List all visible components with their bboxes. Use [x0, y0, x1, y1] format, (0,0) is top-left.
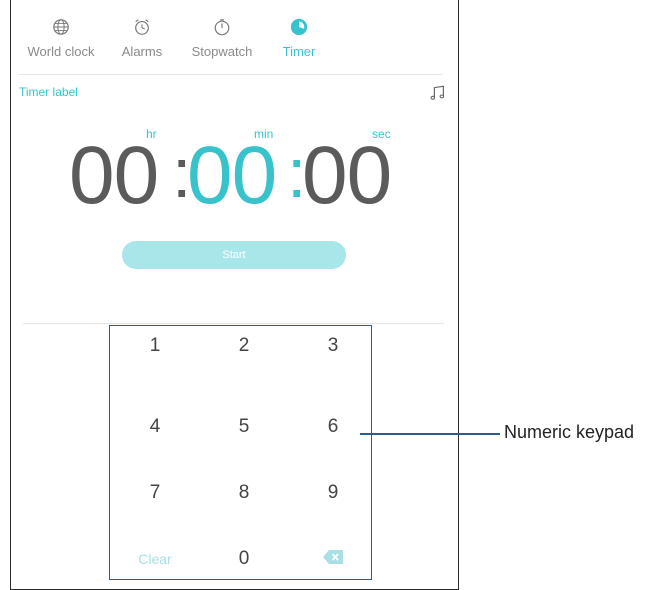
tab-label: World clock [27, 44, 95, 59]
key-9[interactable]: 9 [303, 476, 363, 510]
hours-display[interactable]: 00 [69, 135, 159, 217]
tab-world-clock[interactable]: World clock [16, 18, 106, 59]
tab-label: Timer [282, 44, 316, 59]
key-6[interactable]: 6 [303, 410, 363, 444]
key-4[interactable]: 4 [125, 410, 185, 444]
clear-button[interactable]: Clear [125, 542, 185, 576]
callout-label: Numeric keypad [504, 422, 635, 442]
phone-screen: World clock Alarms Stopwatch Timer Timer… [10, 0, 459, 590]
tab-label: Alarms [121, 44, 163, 59]
start-button[interactable]: Start [122, 241, 346, 269]
timer-icon [254, 18, 344, 44]
alarm-clock-icon [97, 18, 187, 44]
tab-bar: World clock Alarms Stopwatch Timer [11, 0, 458, 74]
key-5[interactable]: 5 [214, 410, 274, 444]
minutes-display[interactable]: 00 [187, 135, 277, 217]
backspace-icon[interactable] [323, 550, 343, 564]
key-8[interactable]: 8 [214, 476, 274, 510]
key-3[interactable]: 3 [303, 329, 363, 363]
key-2[interactable]: 2 [214, 329, 274, 363]
tab-divider [19, 74, 443, 75]
key-0[interactable]: 0 [214, 542, 274, 576]
callout-line [360, 433, 500, 435]
timer-label[interactable]: Timer label [19, 85, 78, 99]
key-7[interactable]: 7 [125, 476, 185, 510]
tab-timer[interactable]: Timer [254, 18, 344, 59]
section-divider [23, 323, 444, 324]
music-note-icon[interactable] [429, 84, 447, 102]
numeric-keypad: 1 2 3 4 5 6 7 8 9 Clear 0 [109, 325, 372, 580]
key-1[interactable]: 1 [125, 329, 185, 363]
globe-icon [16, 18, 106, 44]
seconds-display[interactable]: 00 [302, 135, 392, 217]
tab-alarms[interactable]: Alarms [97, 18, 187, 59]
